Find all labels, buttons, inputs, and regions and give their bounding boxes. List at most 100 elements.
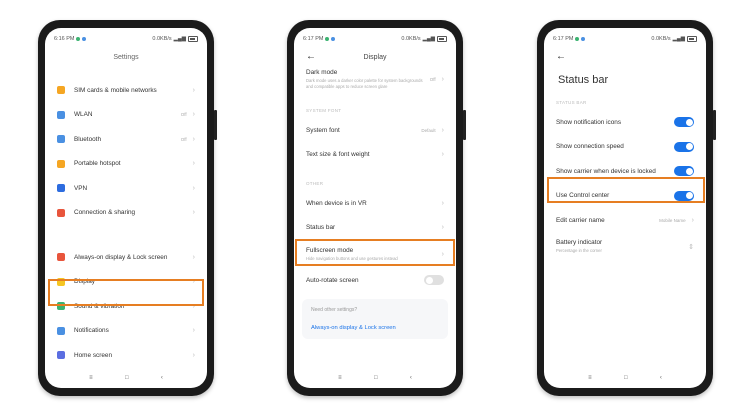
battery-indicator-item[interactable]: Battery indicator Percentage in the corn… xyxy=(544,233,706,261)
settings-item-vpn[interactable]: VPN › xyxy=(45,176,207,201)
auto-rotate-item[interactable]: Auto-rotate screen xyxy=(294,268,456,293)
battery-icon xyxy=(188,36,198,42)
status-bar-item-show-notification-icons-toggle[interactable] xyxy=(674,117,694,128)
home-nav-button[interactable]: □ xyxy=(374,375,378,381)
auto-rotate-toggle[interactable] xyxy=(424,275,444,286)
chevron-updown-icon: ⇕ xyxy=(688,243,694,251)
page-title: Settings xyxy=(113,54,139,61)
dark-mode-label: Dark mode xyxy=(306,69,338,77)
back-arrow-icon[interactable]: ← xyxy=(306,52,334,62)
edit-carrier-name-item[interactable]: Edit carrier name Mobile Name › xyxy=(544,208,706,233)
page-title: Status bar xyxy=(558,74,609,86)
chevron-right-icon: › xyxy=(192,111,195,119)
display-item-text-size-font-weight-label: Text size & font weight xyxy=(306,151,370,159)
app-icon xyxy=(82,37,87,41)
back-arrow-icon[interactable]: ← xyxy=(556,52,584,62)
home-nav-button[interactable]: □ xyxy=(624,375,628,381)
other-settings-card: Need other settings? Always-on display &… xyxy=(302,298,448,339)
status-bar-item-show-connection-speed[interactable]: Show connection speed xyxy=(544,135,706,160)
chevron-right-icon: › xyxy=(192,209,195,217)
display-item-system-font[interactable]: System font Default › xyxy=(294,118,456,143)
other-settings-question: Need other settings? xyxy=(311,306,358,313)
chevron-right-icon: › xyxy=(192,135,195,143)
back-nav-button[interactable]: ‹ xyxy=(410,375,412,381)
app-icon xyxy=(76,37,81,41)
chevron-right-icon: › xyxy=(192,327,195,335)
settings-item-notifications[interactable]: Notifications › xyxy=(45,319,207,344)
highlight-display xyxy=(48,279,204,306)
settings-item-connection-sharing[interactable]: Connection & sharing › xyxy=(45,201,207,226)
display-item-status-bar[interactable]: Status bar › xyxy=(294,216,456,241)
settings-item-wlan-value: Off xyxy=(180,112,187,118)
status-bar-item-show-carrier-when-device-is-locked-label: Show carrier when device is locked xyxy=(556,167,656,175)
lock-icon xyxy=(57,253,65,262)
settings-item-always-on-display-lock-screen-label: Always-on display & Lock screen xyxy=(74,253,168,261)
navigation-bar: ≡ □ ‹ xyxy=(544,368,706,388)
section-header-other: OTHER xyxy=(306,181,324,186)
settings-item-connection-sharing-label: Connection & sharing xyxy=(74,209,136,217)
menu-nav-button[interactable]: ≡ xyxy=(89,375,93,381)
battery-indicator-label: Battery indicator xyxy=(556,239,603,247)
back-nav-button[interactable]: ‹ xyxy=(161,375,163,381)
menu-nav-button[interactable]: ≡ xyxy=(338,375,342,381)
settings-item-sim-cards-mobile-networks-label: SIM cards & mobile networks xyxy=(74,86,157,94)
dark-mode-value: Off xyxy=(429,76,436,82)
phone-display: 6:17 PM 0.0KB/s ▂▄▆ ← Display Dark mode … xyxy=(287,20,466,396)
status-bar: 6:16 PM 0.0KB/s ▂▄▆ xyxy=(45,32,207,46)
chevron-right-icon: › xyxy=(441,126,444,134)
dark-mode-item[interactable]: Dark mode Dark mode uses a darker color … xyxy=(294,62,456,96)
dark-mode-description: Dark mode uses a darker color palette fo… xyxy=(306,78,423,89)
display-item-when-device-is-in-vr-label: When device is in VR xyxy=(306,199,367,207)
settings-item-wlan-label: WLAN xyxy=(74,111,93,119)
battery-indicator-value: Percentage in the corner xyxy=(556,248,602,254)
settings-item-sim-cards-mobile-networks[interactable]: SIM cards & mobile networks › xyxy=(45,78,207,103)
status-bar: 6:17 PM 0.0KB/s ▂▄▆ xyxy=(294,32,456,46)
settings-item-wlan[interactable]: WLAN Off › xyxy=(45,103,207,128)
display-item-text-size-font-weight[interactable]: Text size & font weight › xyxy=(294,143,456,168)
app-icon xyxy=(325,37,330,41)
home-nav-button[interactable]: □ xyxy=(125,375,129,381)
chevron-right-icon: › xyxy=(441,75,444,83)
display-item-when-device-is-in-vr[interactable]: When device is in VR › xyxy=(294,191,456,216)
vpn-icon xyxy=(57,184,65,193)
chevron-right-icon: › xyxy=(192,351,195,359)
bell-icon xyxy=(57,326,65,335)
status-time: 6:17 PM xyxy=(553,36,574,42)
app-icon xyxy=(331,37,336,41)
chevron-right-icon: › xyxy=(192,86,195,94)
section-header-status-bar: STATUS BAR xyxy=(556,100,587,105)
status-bar-item-show-notification-icons-label: Show notification icons xyxy=(556,118,622,126)
display-screen: 6:17 PM 0.0KB/s ▂▄▆ ← Display Dark mode … xyxy=(294,28,456,388)
home-icon xyxy=(57,351,65,360)
status-bar-item-show-carrier-when-device-is-locked-toggle[interactable] xyxy=(674,166,694,177)
chevron-right-icon: › xyxy=(441,151,444,159)
phone-status-bar: 6:17 PM 0.0KB/s ▂▄▆ ← Status bar STATUS … xyxy=(537,20,716,396)
back-nav-button[interactable]: ‹ xyxy=(660,375,662,381)
settings-item-bluetooth[interactable]: Bluetooth Off › xyxy=(45,127,207,152)
header: ← xyxy=(544,48,706,66)
chevron-right-icon: › xyxy=(691,216,694,224)
settings-item-portable-hotspot[interactable]: Portable hotspot › xyxy=(45,152,207,177)
status-speed: 0.0KB/s xyxy=(651,36,671,42)
settings-item-notifications-label: Notifications xyxy=(74,327,109,335)
battery-icon xyxy=(437,36,447,42)
status-bar-item-show-connection-speed-toggle[interactable] xyxy=(674,141,694,152)
sharing-icon xyxy=(57,208,65,217)
settings-item-home-screen[interactable]: Home screen › xyxy=(45,343,207,368)
signal-icon: ▂▄▆ xyxy=(672,36,685,42)
status-bar-item-show-notification-icons[interactable]: Show notification icons xyxy=(544,110,706,135)
menu-nav-button[interactable]: ≡ xyxy=(588,375,592,381)
hotspot-icon xyxy=(57,159,65,168)
settings-item-vpn-label: VPN xyxy=(74,184,88,192)
app-icon xyxy=(575,37,580,41)
status-bar-item-show-connection-speed-label: Show connection speed xyxy=(556,143,624,151)
display-item-system-font-label: System font xyxy=(306,126,340,134)
settings-item-always-on-display-lock-screen[interactable]: Always-on display & Lock screen › xyxy=(45,245,207,270)
always-on-display-link[interactable]: Always-on display & Lock screen xyxy=(311,325,439,331)
chevron-right-icon: › xyxy=(441,224,444,232)
settings-screen: 6:16 PM 0.0KB/s ▂▄▆ Settings SIM cards &… xyxy=(45,28,207,388)
chevron-right-icon: › xyxy=(192,253,195,261)
settings-item-home-screen-label: Home screen xyxy=(74,351,113,359)
settings-item-bluetooth-label: Bluetooth xyxy=(74,135,102,143)
navigation-bar: ≡ □ ‹ xyxy=(294,368,456,388)
